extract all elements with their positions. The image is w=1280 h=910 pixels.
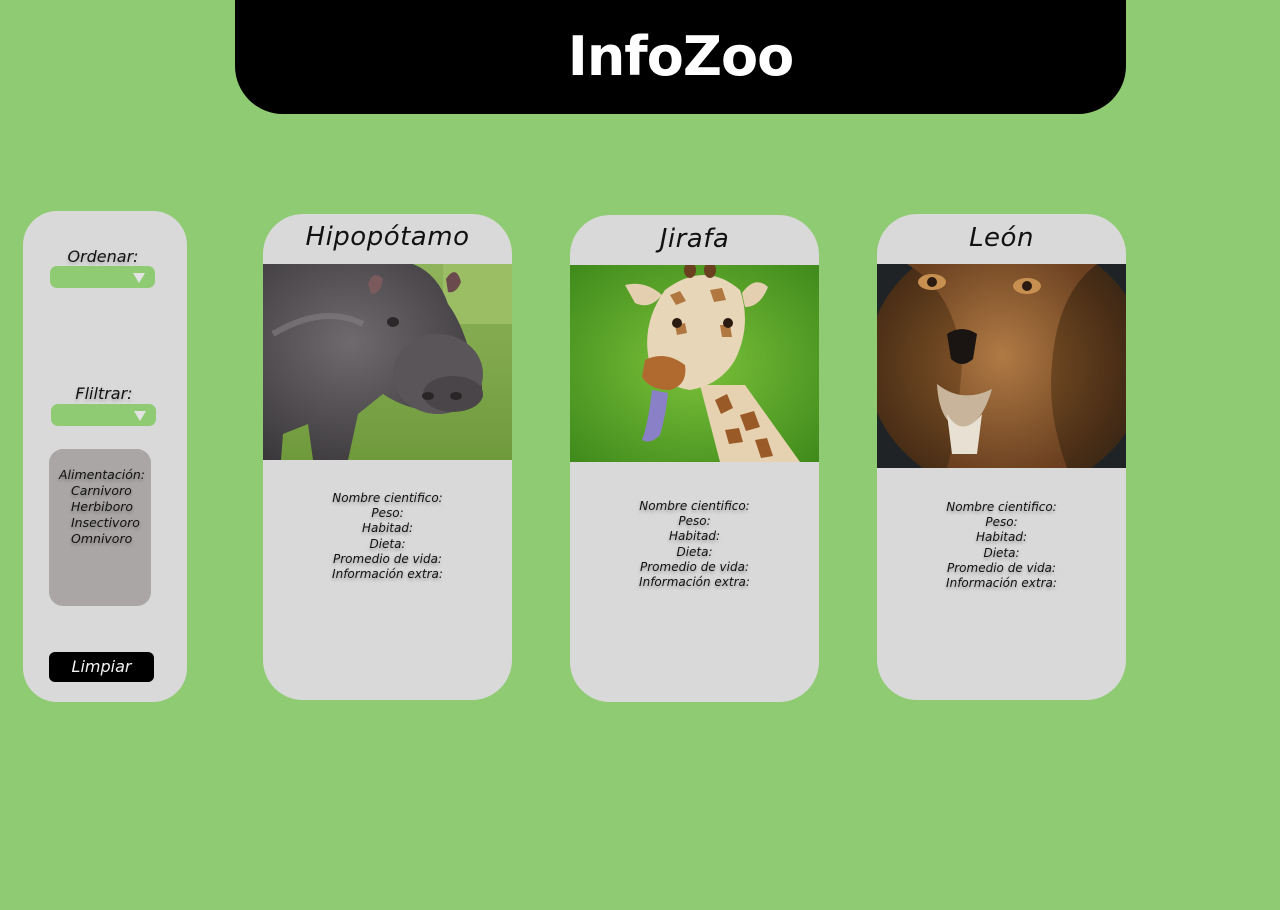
clear-button[interactable]: Limpiar [49, 652, 154, 682]
diet-option-omnivoro[interactable]: Omnivoro [71, 531, 132, 546]
hippo-photo [263, 264, 512, 460]
order-select[interactable] [50, 266, 155, 288]
diet-option-insectivoro[interactable]: Insectivoro [71, 515, 140, 530]
triangle-down-icon [134, 411, 146, 421]
field-extra-info: Información extra: [332, 567, 443, 582]
field-diet: Dieta: [676, 544, 713, 559]
field-habitat: Habitad: [668, 529, 721, 544]
filter-select[interactable] [51, 404, 156, 426]
field-lifespan: Promedio de vida: [640, 559, 749, 574]
field-weight: Peso: [985, 515, 1018, 530]
field-weight: Peso: [371, 506, 404, 521]
field-diet: Dieta: [983, 545, 1020, 560]
site-header: InfoZoo [235, 0, 1126, 114]
triangle-down-icon [133, 273, 145, 283]
diet-filter-panel: Alimentación: Carnivoro Herbiboro Insect… [49, 449, 151, 606]
field-diet: Dieta: [369, 536, 406, 551]
animal-info: Nombre cientifico: Peso: Habitad: Dieta:… [877, 500, 1126, 591]
animal-card-jirafa[interactable]: Jirafa Nombre cientifico: Peso: Habitad:… [570, 215, 819, 702]
animal-name: Jirafa [659, 224, 730, 254]
diet-filter-title: Alimentación: [59, 467, 145, 482]
field-habitat: Habitad: [975, 530, 1028, 545]
field-scientific-name: Nombre cientifico: [946, 500, 1057, 514]
animal-card-leon[interactable]: León Nombre cientifico: Peso: Habitad: D… [877, 214, 1126, 700]
order-label: Ordenar: [67, 247, 139, 266]
filter-label: Fliltrar: [75, 384, 133, 403]
field-extra-info: Información extra: [639, 575, 750, 590]
animal-card-hipopotamo[interactable]: Hipopótamo Nombre cientifico: Peso: Habi… [263, 214, 512, 700]
diet-option-herbiboro[interactable]: Herbiboro [71, 499, 133, 514]
animal-info: Nombre cientifico: Peso: Habitad: Dieta:… [263, 491, 512, 582]
field-habitat: Habitad: [361, 521, 414, 536]
site-title: InfoZoo [567, 25, 794, 88]
sidebar: Ordenar: Fliltrar: Alimentación: Carnivo… [23, 211, 187, 702]
field-weight: Peso: [678, 514, 711, 529]
field-lifespan: Promedio de vida: [947, 560, 1056, 575]
giraffe-photo [570, 265, 819, 462]
field-scientific-name: Nombre cientifico: [639, 499, 750, 513]
animal-info: Nombre cientifico: Peso: Habitad: Dieta:… [570, 499, 819, 590]
field-scientific-name: Nombre cientifico: [332, 491, 443, 505]
field-extra-info: Información extra: [946, 576, 1057, 591]
diet-option-carnivoro[interactable]: Carnivoro [71, 483, 132, 498]
lion-photo [877, 264, 1126, 468]
animal-name: Hipopótamo [305, 222, 470, 252]
animal-name: León [969, 223, 1034, 253]
field-lifespan: Promedio de vida: [333, 551, 442, 566]
